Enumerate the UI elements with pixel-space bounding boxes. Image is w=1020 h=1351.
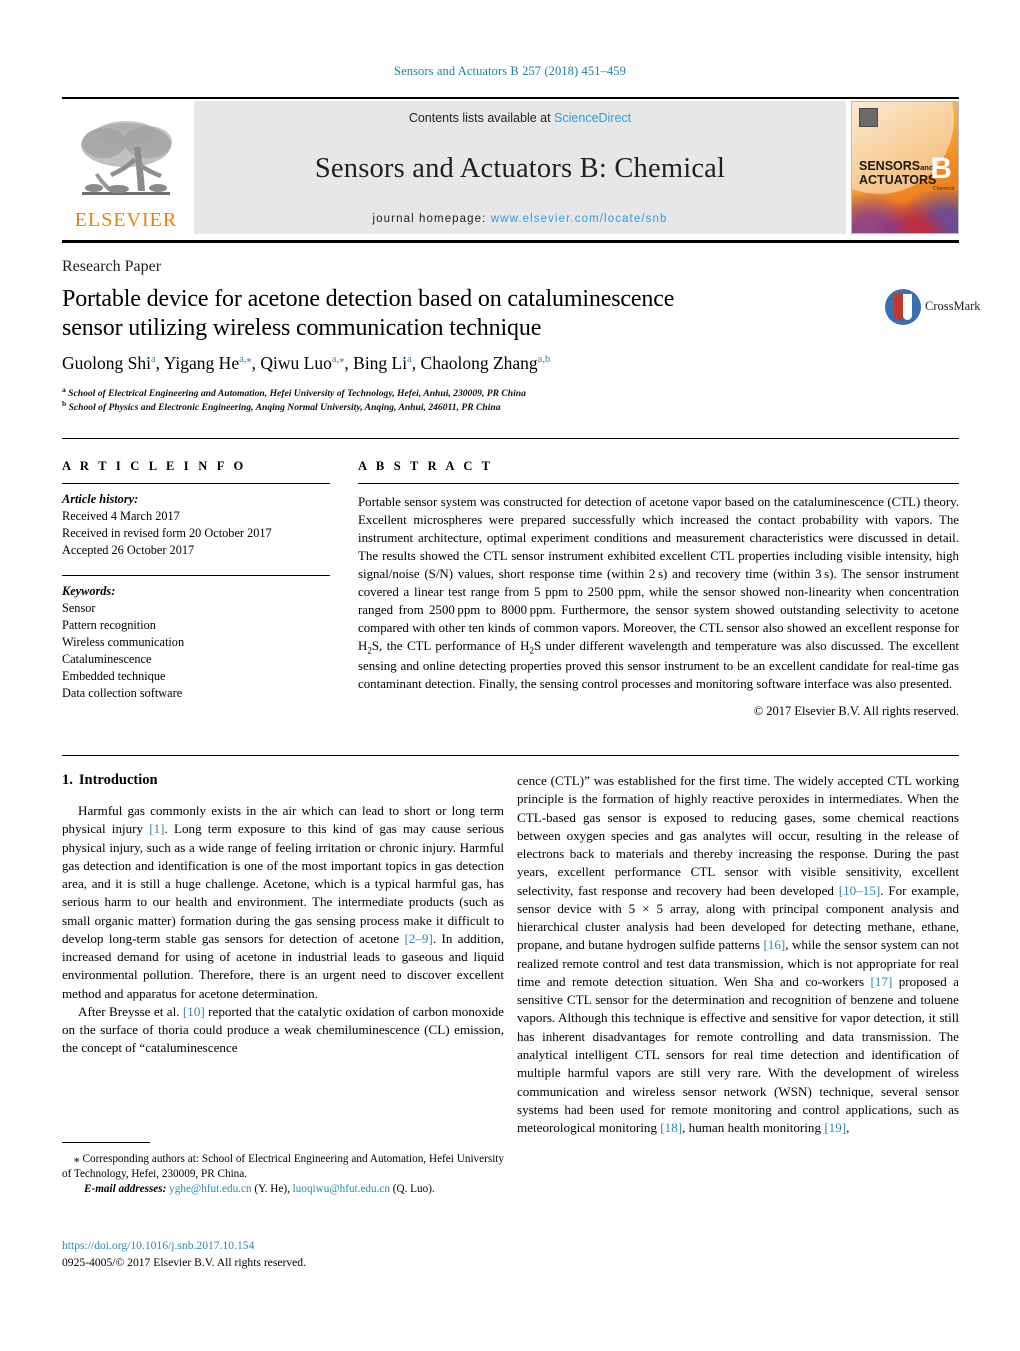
crossmark-label: CrossMark [925,299,981,313]
corresponding-author-footnote: ⁎ Corresponding authors at: School of El… [62,1152,504,1198]
journal-band: Contents lists available at ScienceDirec… [194,101,846,234]
email-owner-2: (Q. Luo). [392,1183,435,1196]
article-history-block: Article history: Received 4 March 2017 R… [62,491,330,559]
abstract-column: A B S T R A C T Portable sensor system w… [358,459,959,719]
keywords-label: Keywords: [62,583,116,598]
keyword-1: Pattern recognition [62,617,156,632]
masthead-bottom-rule [62,240,959,243]
intro-paragraph-3: cence (CTL)” was established for the fir… [517,773,959,1136]
footnote-rule [62,1142,150,1143]
section-heading-introduction: 1. Introduction [62,772,504,789]
abstract-rule [358,483,959,484]
email-link-2[interactable]: luoqiwu@hfut.edu.cn [293,1183,390,1195]
copyright-line: © 2017 Elsevier B.V. All rights reserved… [753,704,959,719]
section-title: Introduction [78,772,158,788]
elsevier-tree-icon [81,121,172,195]
elsevier-wordmark: ELSEVIER [74,209,178,231]
crossmark-icon [885,289,921,325]
issn-copyright-line: 0925-4005/© 2017 Elsevier B.V. All right… [62,1255,306,1269]
body-column-left: 1. Introduction Harmful gas commonly exis… [62,772,504,1058]
cover-title-text: SENSORSand ACTUATORS [859,159,937,187]
abstract-bottom-rule [62,755,959,756]
doi-link[interactable]: https://doi.org/10.1016/j.snb.2017.10.15… [62,1239,254,1252]
journal-title: Sensors and Actuators B: Chemical [314,153,726,184]
journal-cover-thumbnail: SENSORSand ACTUATORS B Chemical [851,101,959,234]
affiliation-b: b School of Physics and Electronic Engin… [62,399,822,415]
affiliation-b-text: School of Physics and Electronic Enginee… [68,402,501,414]
elsevier-logo: ELSEVIER [62,101,190,234]
journal-homepage-link[interactable]: www.elsevier.com/locate/snb [491,213,668,225]
keyword-0: Sensor [62,600,96,615]
title-line-2: sensor utilizing wireless communication … [62,314,542,341]
article-type-label: Research Paper [62,258,162,275]
article-history-1: Received in revised form 20 October 2017 [62,525,272,540]
author-list: Guolong Shia, Yigang Hea,⁎, Qiwu Luoa,⁎,… [62,353,551,373]
article-history-0: Received 4 March 2017 [62,508,180,523]
affiliation-a-marker: a [62,385,66,394]
doi-block: https://doi.org/10.1016/j.snb.2017.10.15… [62,1238,504,1272]
article-info-heading: A R T I C L E I N F O [62,459,247,473]
section-number: 1. [62,772,73,788]
contents-lists-prefix: Contents lists available at [408,111,555,125]
affiliation-b-marker: b [62,399,67,408]
article-info-column: A R T I C L E I N F O Article history: R… [62,459,330,702]
article-info-rule [62,483,330,484]
intro-paragraph-2: After Breysse et al. [10] reported that … [62,1003,504,1056]
intro-paragraph-1: Harmful gas commonly exists in the air w… [62,803,504,1001]
keywords-rule [62,574,330,576]
article-history-2: Accepted 26 October 2017 [62,542,195,557]
keyword-5: Data collection software [62,685,183,700]
contents-lists-line: Contents lists available at ScienceDirec… [409,111,631,125]
abstract-text: Portable sensor system was constructed f… [358,495,960,692]
journal-masthead: ELSEVIER Contents lists available at Sci… [62,97,959,234]
homepage-prefix: journal homepage: [372,213,491,225]
keyword-2: Wireless communication [62,634,185,649]
crossmark-badge[interactable]: CrossMark [885,283,981,335]
cover-line2: ACTUATORS [859,172,937,187]
page-title: Portable device for acetone detection ba… [62,285,852,343]
article-history-label: Article history: [62,492,139,506]
keyword-3: Cataluminescence [62,651,152,666]
corresponding-marker: ⁎ [74,1153,80,1165]
paper-page: Sensors and Actuators B 257 (2018) 451–4… [0,0,1020,1351]
abstract-heading: A B S T R A C T [358,459,494,473]
affiliation-a-text: School of Electrical Engineering and Aut… [68,388,526,400]
email-label: E-mail addresses: [84,1183,167,1196]
title-line-1: Portable device for acetone detection ba… [62,286,675,312]
keywords-block: Keywords: Sensor Pattern recognition Wir… [62,583,330,702]
sciencedirect-link[interactable]: ScienceDirect [554,111,631,125]
cover-bottom-artwork [852,191,958,233]
cover-elsevier-mark-icon [859,108,878,127]
info-top-rule [62,438,959,439]
running-head: Sensors and Actuators B 257 (2018) 451–4… [394,64,626,78]
email-link-1[interactable]: yghe@hfut.edu.cn [169,1183,251,1195]
cover-series-letter: B [930,152,952,185]
corresponding-text: Corresponding authors at: School of Elec… [62,1153,504,1181]
cover-line1: SENSORS [859,159,921,173]
body-column-right: cence (CTL)” was established for the fir… [517,772,959,1137]
email-owner-1: (Y. He), [254,1183,290,1196]
journal-homepage-line: journal homepage: www.elsevier.com/locat… [373,213,668,225]
keyword-4: Embedded technique [62,668,166,683]
